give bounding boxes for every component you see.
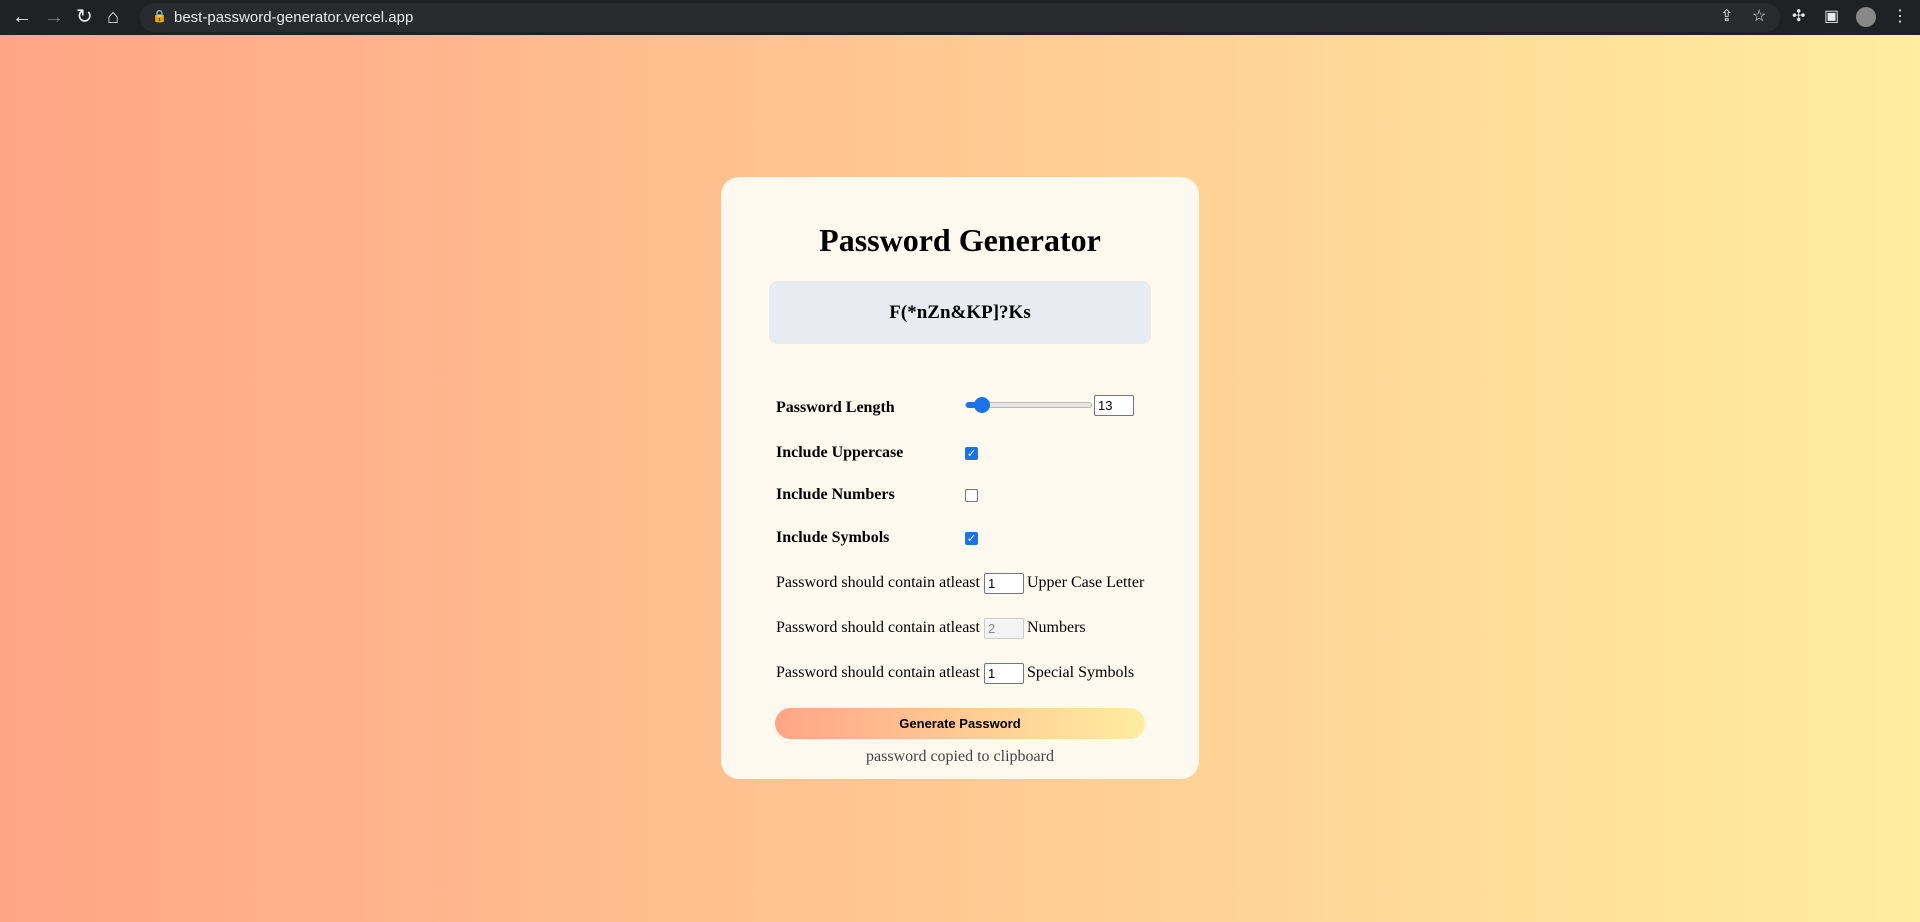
- lock-icon: 🔒: [152, 9, 167, 23]
- min-prefix: Password should contain atleast: [776, 619, 980, 636]
- extensions-icon[interactable]: ✣: [1792, 6, 1805, 26]
- side-panel-icon[interactable]: ▣: [1824, 6, 1839, 26]
- min-upper-row: Password should contain atleast: [776, 574, 980, 592]
- browser-toolbar: ← → ↻ ⌂ 🔒 best-password-generator.vercel…: [0, 0, 1920, 35]
- reload-icon[interactable]: ↻: [76, 4, 93, 30]
- symbols-checkbox[interactable]: ✓: [965, 532, 978, 545]
- min-upper-input[interactable]: 1: [984, 573, 1024, 594]
- numbers-label: Include Numbers: [776, 486, 895, 503]
- page-title: Password Generator: [819, 222, 1101, 258]
- address-bar[interactable]: 🔒 best-password-generator.vercel.app: [140, 3, 1780, 32]
- status-message: password copied to clipboard: [866, 748, 1054, 765]
- url-text: best-password-generator.vercel.app: [174, 9, 414, 26]
- min-prefix: Password should contain atleast: [776, 664, 980, 681]
- min-numbers-row: Password should contain atleast: [776, 619, 980, 637]
- uppercase-label: Include Uppercase: [776, 444, 904, 461]
- generator-card: Password Generator F(*nZn&KP]?Ks Passwor…: [721, 177, 1199, 779]
- uppercase-checkbox[interactable]: ✓: [965, 447, 978, 460]
- menu-icon[interactable]: ⋮: [1892, 6, 1908, 26]
- length-input[interactable]: 13: [1094, 395, 1134, 416]
- avatar[interactable]: [1856, 7, 1876, 27]
- generate-password-button[interactable]: Generate Password: [775, 708, 1145, 739]
- back-icon[interactable]: ←: [12, 4, 32, 30]
- password-display[interactable]: F(*nZn&KP]?Ks: [769, 281, 1151, 344]
- length-slider[interactable]: [965, 397, 1092, 413]
- numbers-checkbox[interactable]: [965, 489, 978, 502]
- min-symbols-input[interactable]: 1: [984, 663, 1024, 684]
- min-prefix: Password should contain atleast: [776, 574, 980, 591]
- symbols-label: Include Symbols: [776, 529, 890, 546]
- slider-thumb[interactable]: [974, 397, 990, 413]
- min-numbers-input: 2: [984, 618, 1024, 639]
- share-icon[interactable]: ⇪: [1720, 6, 1733, 26]
- min-symbols-suffix: Special Symbols: [1027, 664, 1135, 681]
- min-upper-suffix: Upper Case Letter: [1027, 574, 1145, 591]
- forward-icon[interactable]: →: [44, 4, 64, 30]
- home-icon[interactable]: ⌂: [107, 4, 119, 30]
- page-background: Password Generator F(*nZn&KP]?Ks Passwor…: [0, 35, 1920, 922]
- min-symbols-row: Password should contain atleast: [776, 664, 980, 682]
- min-numbers-suffix: Numbers: [1027, 619, 1086, 636]
- bookmark-star-icon[interactable]: ☆: [1752, 6, 1766, 26]
- length-label: Password Length: [776, 399, 895, 416]
